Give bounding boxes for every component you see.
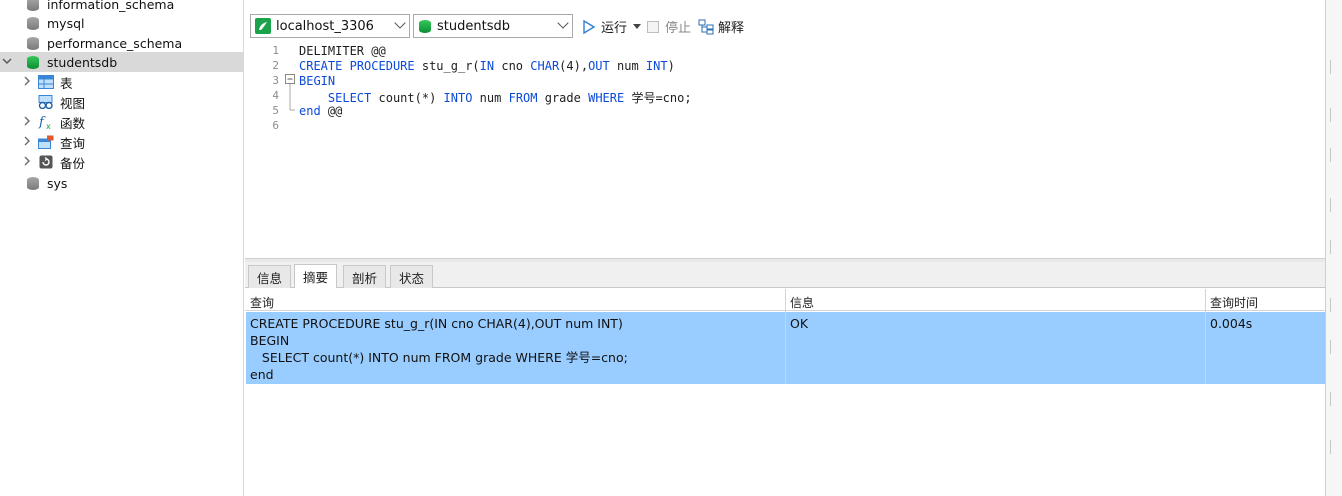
code-line: CREATE PROCEDURE stu_g_r(IN cno CHAR(4),… bbox=[299, 59, 675, 73]
tree-item-views[interactable]: 视图 bbox=[0, 92, 243, 112]
tree-item-label: 函数 bbox=[60, 115, 86, 131]
tab-label: 信息 bbox=[257, 270, 283, 286]
svg-text:f: f bbox=[38, 115, 46, 130]
chevron-right-icon[interactable] bbox=[20, 76, 34, 89]
tree-item-label: sys bbox=[47, 175, 68, 191]
result-grid: 查询 信息 查询时间 CREATE PROCEDURE stu_g_r(IN c… bbox=[245, 289, 1325, 496]
query-toolbar: localhost_3306 studentsdb 运行 停止 解释 bbox=[245, 12, 1325, 40]
chevron-down-icon[interactable] bbox=[633, 23, 642, 30]
line-number: 3 bbox=[272, 74, 279, 87]
right-panel-edge[interactable] bbox=[1325, 0, 1342, 496]
line-number-gutter: 1 2 3 4 5 6 bbox=[245, 42, 283, 258]
run-label: 运行 bbox=[601, 21, 628, 36]
tree-item-information-schema[interactable]: information_schema bbox=[0, 0, 243, 14]
database-label: studentsdb bbox=[437, 18, 510, 34]
code-line: DELIMITER @@ bbox=[299, 44, 386, 58]
chevron-down-icon bbox=[394, 17, 406, 29]
line-number: 1 bbox=[272, 44, 279, 57]
tree-item-label: 表 bbox=[60, 75, 73, 91]
tree-item-label: 查询 bbox=[60, 135, 86, 151]
column-divider[interactable] bbox=[1205, 289, 1206, 384]
column-divider[interactable] bbox=[785, 289, 786, 384]
chevron-down-icon[interactable] bbox=[0, 56, 14, 69]
tab-info[interactable]: 信息 bbox=[248, 265, 292, 288]
tree-item-label: 视图 bbox=[60, 95, 86, 111]
svg-text:x: x bbox=[46, 122, 51, 130]
tab-status[interactable]: 状态 bbox=[390, 265, 434, 288]
cell-query: CREATE PROCEDURE stu_g_r(IN cno CHAR(4),… bbox=[250, 316, 628, 382]
code-line: BEGIN bbox=[299, 74, 336, 88]
tree-item-label: 备份 bbox=[60, 155, 86, 171]
stop-icon bbox=[647, 20, 659, 33]
database-icon bbox=[26, 0, 40, 11]
object-tree: information_schema mysql performance_sch… bbox=[0, 0, 244, 496]
column-header-info[interactable]: 信息 bbox=[790, 294, 814, 311]
chevron-down-icon bbox=[557, 17, 569, 29]
play-icon bbox=[583, 19, 596, 34]
run-button[interactable]: 运行 bbox=[582, 17, 642, 36]
fold-marker-icon[interactable] bbox=[285, 74, 297, 114]
database-icon bbox=[26, 176, 40, 190]
tree-item-label: studentsdb bbox=[47, 54, 118, 70]
tab-label: 剖析 bbox=[352, 270, 378, 286]
line-number: 5 bbox=[272, 104, 279, 117]
tree-item-studentsdb[interactable]: studentsdb bbox=[0, 52, 243, 72]
tab-profile[interactable]: 剖析 bbox=[343, 265, 387, 288]
tab-label: 摘要 bbox=[303, 270, 329, 285]
line-number: 4 bbox=[272, 89, 279, 102]
database-icon bbox=[26, 16, 40, 30]
function-icon: fx bbox=[38, 114, 54, 130]
connection-label: localhost_3306 bbox=[276, 18, 374, 34]
database-icon bbox=[418, 19, 432, 33]
tree-item-tables[interactable]: 表 bbox=[0, 72, 243, 92]
connection-icon bbox=[255, 18, 271, 34]
tree-item-sys[interactable]: sys bbox=[0, 173, 243, 193]
tab-summary[interactable]: 摘要 bbox=[294, 264, 338, 288]
tab-label: 状态 bbox=[399, 270, 425, 286]
query-icon bbox=[38, 134, 54, 150]
backup-icon bbox=[38, 154, 54, 170]
connection-select[interactable]: localhost_3306 bbox=[250, 14, 410, 38]
stop-label: 停止 bbox=[665, 21, 692, 36]
tree-item-performance-schema[interactable]: performance_schema bbox=[0, 33, 243, 53]
tree-item-functions[interactable]: fx 函数 bbox=[0, 112, 243, 132]
line-number: 2 bbox=[272, 59, 279, 72]
column-header-query[interactable]: 查询 bbox=[250, 294, 274, 311]
tree-item-label: information_schema bbox=[47, 0, 175, 12]
tree-item-queries[interactable]: 查询 bbox=[0, 132, 243, 152]
tree-item-label: performance_schema bbox=[47, 35, 183, 51]
chevron-right-icon[interactable] bbox=[20, 156, 34, 169]
chevron-right-icon[interactable] bbox=[20, 136, 34, 149]
table-icon bbox=[38, 74, 54, 90]
chevron-right-icon[interactable] bbox=[20, 116, 34, 129]
sql-editor[interactable]: 1 2 3 4 5 6 DELIMITER @@ CREATE PROCEDUR… bbox=[245, 42, 1325, 258]
explain-icon bbox=[698, 19, 714, 34]
stop-button[interactable]: 停止 bbox=[647, 17, 691, 36]
column-header-time[interactable]: 查询时间 bbox=[1210, 294, 1258, 311]
view-icon bbox=[38, 94, 54, 110]
tree-item-label: mysql bbox=[47, 15, 85, 31]
explain-label: 解释 bbox=[718, 21, 745, 36]
result-tabs: 信息 摘要 剖析 状态 bbox=[245, 262, 1325, 288]
code-line: end @@ bbox=[299, 104, 343, 118]
app-window: information_schema mysql performance_sch… bbox=[0, 0, 1342, 496]
code-line: SELECT count(*) INTO num FROM grade WHER… bbox=[327, 91, 692, 105]
database-select[interactable]: studentsdb bbox=[413, 14, 573, 38]
tree-item-backups[interactable]: 备份 bbox=[0, 152, 243, 172]
explain-button[interactable]: 解释 bbox=[698, 17, 744, 36]
cell-time: 0.004s bbox=[1210, 316, 1253, 331]
database-open-icon bbox=[26, 55, 40, 69]
line-number: 6 bbox=[272, 119, 279, 132]
tree-item-mysql[interactable]: mysql bbox=[0, 13, 243, 33]
cell-info: OK bbox=[790, 316, 809, 331]
database-icon bbox=[26, 36, 40, 50]
